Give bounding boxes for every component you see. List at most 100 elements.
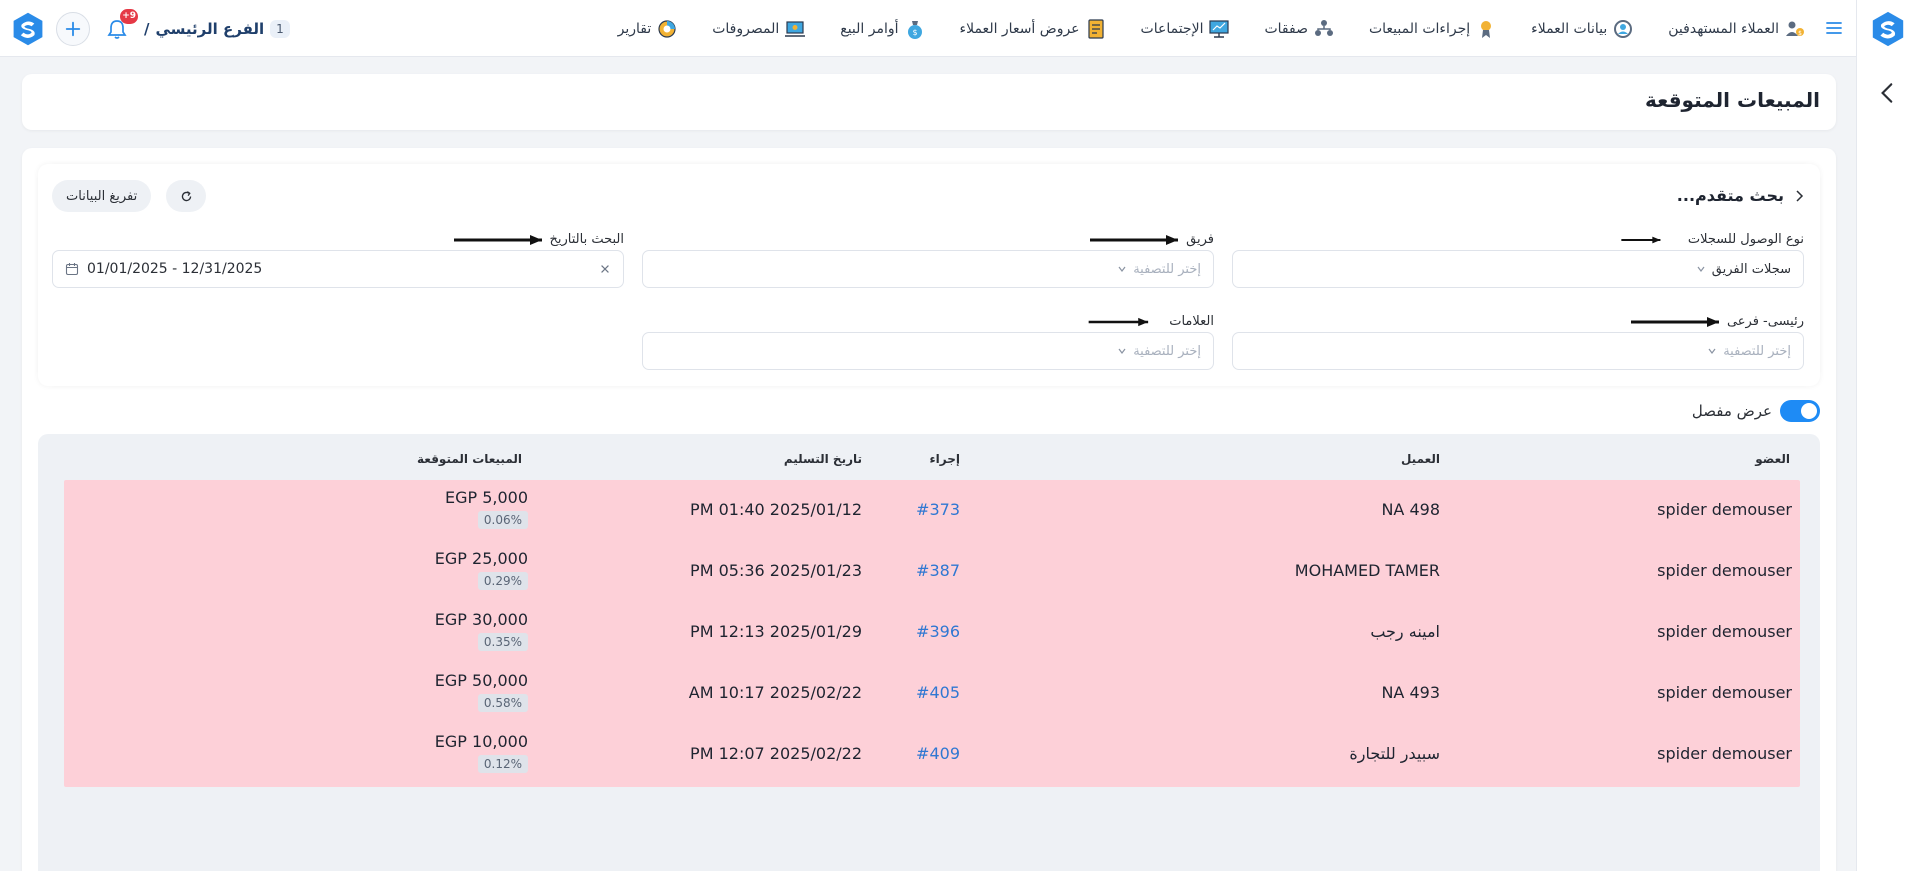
arrow-pointer-icon [1630,316,1719,327]
app-logo-icon[interactable] [1869,10,1907,48]
tags-label-group: العلامات [1087,314,1214,329]
detailed-view-toggle[interactable] [1780,400,1820,422]
calendar-icon [65,263,79,276]
advanced-search-toggle[interactable]: بحث متقدم... [1677,186,1806,205]
nav-target-customers[interactable]: $ العملاء المستهدفين [1668,18,1806,40]
nav-sales-actions[interactable]: إجراءات المبيعات [1369,18,1497,40]
main-sub-label-group: رئيسى- فرعى [1629,314,1804,329]
page-title-card: المبيعات المتوقعة [22,74,1836,130]
cell-client: امينه رجب [1370,622,1440,641]
target-customers-icon: $ [1786,21,1804,37]
nav-deals[interactable]: صفقات [1264,18,1335,40]
nav-label: العملاء المستهدفين [1668,20,1779,37]
chevron-down-icon [1697,266,1705,272]
reports-icon [658,19,676,38]
main-nav: $ العملاء المستهدفين بيانات العملاء إجرا… [618,0,1806,57]
date-range-input[interactable]: 01/01/2025 - 12/31/2025 [52,250,624,288]
table-row[interactable]: spider demouser امينه رجب #396 PM 12:13 202… [64,602,1800,665]
access-type-select[interactable]: سجلات الفريق [1232,250,1804,288]
table-row[interactable]: spider demouser NA 493 #405 AM 10:17 2025/0… [64,663,1800,726]
top-bar: $ العملاء المستهدفين بيانات العملاء إجرا… [0,0,1856,57]
nav-expenses[interactable]: المصروفات [712,18,806,40]
nav-sales-orders[interactable]: $ أوامر البيع [840,18,925,40]
notifications-button[interactable]: +9 [100,8,138,46]
access-type-label-group: نوع الوصول للسجلات [1620,232,1804,247]
main-sub-label: رئيسى- فرعى [1726,314,1804,329]
branch-name: الفرع الرئيسي [155,19,265,38]
tags-label: العلامات [1169,314,1214,329]
refresh-button[interactable] [166,180,206,212]
collapse-chevron-icon[interactable] [1875,80,1901,106]
nav-reports[interactable]: تقارير [618,18,679,40]
cell-client: NA 498 [1381,500,1440,519]
cell-member: spider demouser [1657,683,1792,702]
nav-label: بيانات العملاء [1531,20,1608,37]
svg-text:$: $ [1798,30,1802,37]
page-title: المبيعات المتوقعة [1645,88,1820,112]
cell-client: سبيدر للتجارة [1349,744,1440,763]
team-label: فريق [1186,232,1214,247]
cell-action-link[interactable]: #387 [916,561,960,580]
table-row[interactable]: spider demouser NA 498 #373 PM 01:40 2025/0… [64,480,1800,543]
cell-member: spider demouser [1657,500,1792,519]
tags-placeholder: إختر للتصفية [1133,343,1201,359]
expected-amount: EGP 10,000 [434,732,528,751]
tags-select[interactable]: إختر للتصفية [642,332,1214,370]
table-row[interactable]: spider demouser سبيدر للتجارة #409 PM 12:07… [64,724,1800,787]
main-content-card: بحث متقدم... تفريغ البيانات نوع الوصول ل… [22,148,1836,871]
clear-x-icon[interactable] [599,263,611,275]
cell-expected-sales: EGP 25,000 0.29% [435,549,528,590]
cell-action-link[interactable]: #405 [916,683,960,702]
nav-quotes[interactable]: عروض أسعار العملاء [960,18,1107,40]
percentage-badge: 0.58% [477,694,528,712]
cell-expected-sales: EGP 50,000 0.58% [435,671,528,712]
top-left-cluster: 1 الفرع الرئيسي / +9 [10,0,290,57]
expected-amount: EGP 30,000 [434,610,528,629]
customer-data-icon [1614,19,1633,38]
meetings-icon [1209,19,1230,38]
nav-meetings[interactable]: الإجتماعات [1141,18,1231,40]
cell-client: NA 493 [1381,683,1440,702]
expected-amount: EGP 25,000 [434,549,528,568]
cell-member: spider demouser [1657,622,1792,641]
date-range-left: 01/01/2025 - 12/31/2025 [65,261,262,277]
add-button[interactable] [56,11,90,46]
arrow-pointer-icon [1090,234,1179,245]
date-range-value: 01/01/2025 - 12/31/2025 [87,261,263,277]
cell-action-link[interactable]: #409 [916,744,960,763]
header-member: العضو [1755,452,1790,466]
header-expected-sales: المبيعات المتوقعة [417,452,522,466]
nav-label: أوامر البيع [840,20,899,37]
nav-label: عروض أسعار العملاء [959,20,1080,37]
plus-icon [65,21,81,36]
cell-action-link[interactable]: #373 [916,500,960,519]
arrow-pointer-icon [453,234,542,245]
date-search-label: البحث بالتاريخ [549,232,625,247]
refresh-icon [181,190,191,201]
arrow-pointer-icon [1088,317,1149,326]
expected-sales-table: العضو العميل إجراء تاريخ التسليم المبيعا… [38,434,1820,871]
branch-number: 1 [270,19,290,38]
chevron-down-icon [1708,348,1716,354]
nav-customer-data[interactable]: بيانات العملاء [1531,18,1634,40]
advanced-search-title: بحث متقدم... [1676,186,1784,205]
company-logo-icon[interactable] [10,11,46,47]
access-type-value: سجلات الفريق [1711,261,1791,277]
hamburger-menu-icon[interactable] [1824,18,1844,38]
table-row[interactable]: spider demouser MOHAMED TAMER #387 PM 05:36… [64,541,1800,604]
advanced-search-panel: بحث متقدم... تفريغ البيانات نوع الوصول ل… [38,164,1820,386]
arrow-pointer-icon [1621,236,1661,243]
team-label-group: فريق [1088,232,1214,247]
sales-actions-icon [1481,20,1492,38]
team-placeholder: إختر للتصفية [1133,261,1201,277]
main-sub-select[interactable]: إختر للتصفية [1232,332,1804,370]
cell-action-link[interactable]: #396 [916,622,960,641]
notification-badge: +9 [120,8,138,24]
branch-selector[interactable]: 1 الفرع الرئيسي / [144,19,290,38]
team-select[interactable]: إختر للتصفية [642,250,1214,288]
clear-data-button[interactable]: تفريغ البيانات [52,180,152,212]
detailed-view-row: عرض مفصل [1692,400,1820,422]
nav-label: الإجتماعات [1140,20,1204,37]
chevron-right-icon [1796,189,1804,202]
side-rail [1856,0,1919,871]
